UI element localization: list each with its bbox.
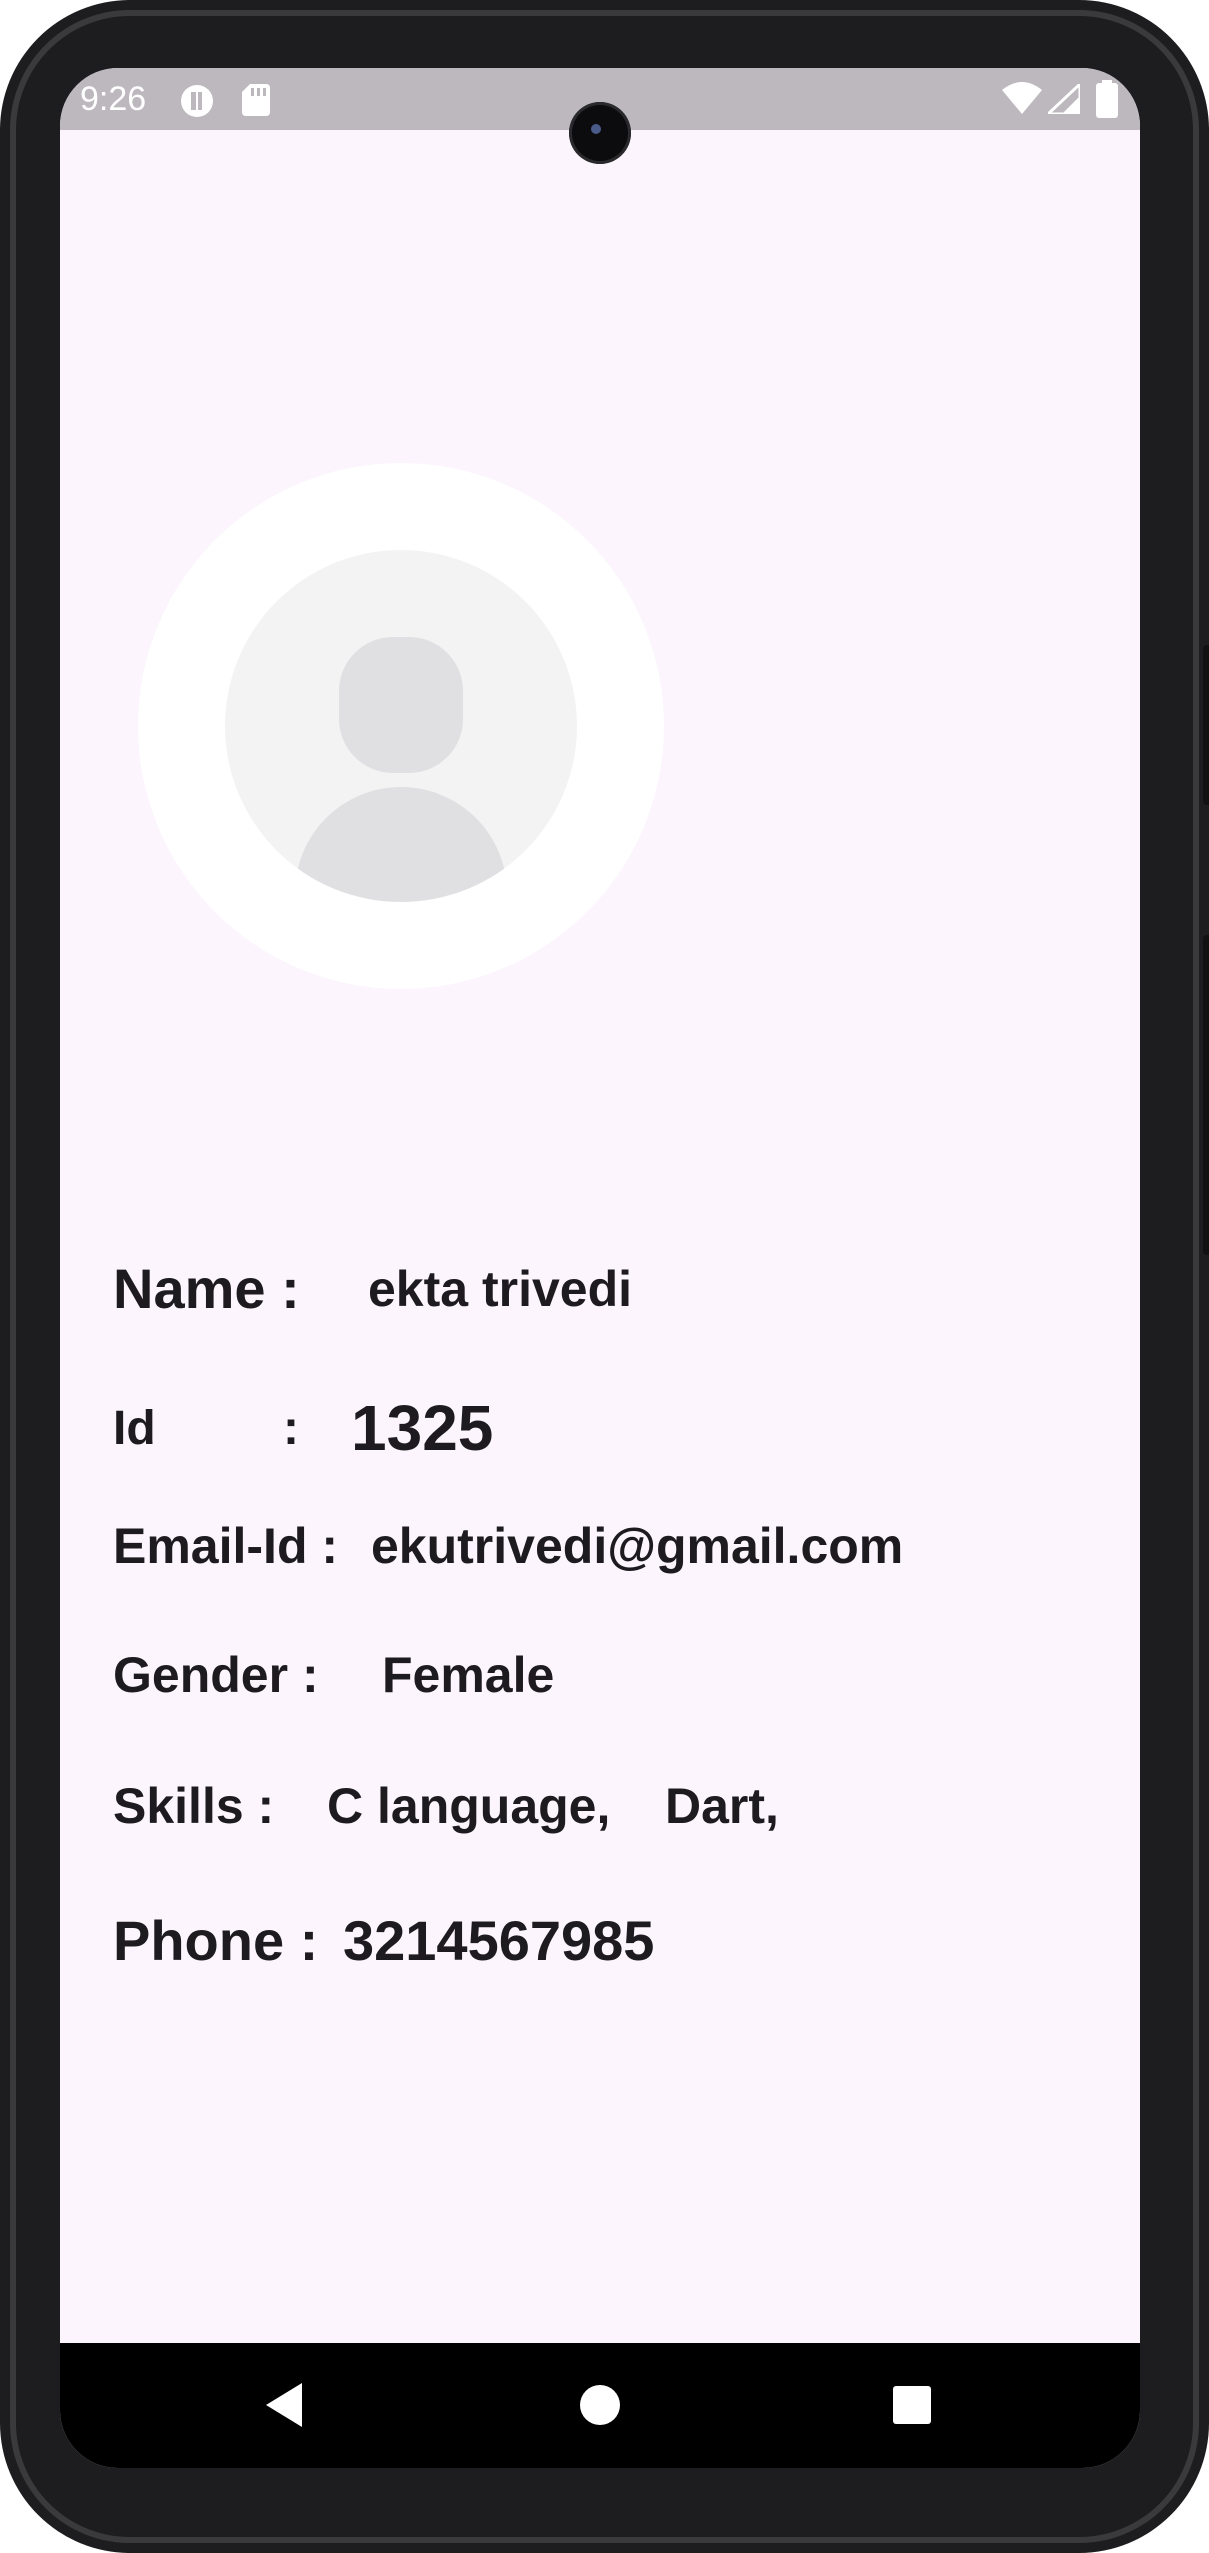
avatar[interactable] xyxy=(138,463,664,989)
volume-button xyxy=(1203,935,1209,1255)
email-value: ekutrivedi@gmail.com xyxy=(371,1518,904,1574)
skills-row: Skills : C language, Dart, xyxy=(113,1777,913,1847)
email-row: Email-Id : ekutrivedi@gmail.com xyxy=(113,1517,1073,1587)
phone-value: 3214567985 xyxy=(343,1909,655,1972)
power-button xyxy=(1203,645,1209,805)
cast-icon xyxy=(180,84,214,123)
front-camera xyxy=(569,102,631,164)
email-label: Email-Id : xyxy=(113,1518,339,1574)
navigation-bar xyxy=(60,2343,1140,2468)
name-value: ekta trivedi xyxy=(368,1261,633,1317)
signal-icon xyxy=(1044,80,1082,119)
status-time: 9:26 xyxy=(80,80,147,118)
id-value: 1325 xyxy=(351,1392,494,1464)
home-icon[interactable] xyxy=(568,2373,632,2437)
phone-frame: 9:26 Name: ekta trivedi Id: 1325 Email… xyxy=(0,0,1209,2553)
sd-card-icon xyxy=(242,84,270,121)
id-label: Id xyxy=(113,1402,156,1455)
gender-label: Gender : xyxy=(113,1647,319,1703)
name-label: Name : xyxy=(113,1257,300,1320)
back-icon[interactable] xyxy=(256,2373,320,2437)
phone-row: Phone : 3214567985 xyxy=(113,1908,913,1988)
id-row: Id : 1325 xyxy=(113,1391,813,1471)
app-screen: 9:26 Name: ekta trivedi Id: 1325 Email… xyxy=(60,68,1140,2468)
name-row: Name : ekta trivedi xyxy=(113,1256,813,1326)
phone-label: Phone : xyxy=(113,1909,319,1972)
battery-icon xyxy=(1096,80,1118,123)
id-colon: : xyxy=(283,1402,299,1455)
avatar-head xyxy=(339,637,463,773)
gender-value: Female xyxy=(382,1647,555,1703)
wifi-icon xyxy=(1002,82,1042,119)
recents-icon[interactable] xyxy=(880,2373,944,2437)
gender-row: Gender : Female xyxy=(113,1646,813,1716)
skill-item: Dart, xyxy=(665,1778,779,1834)
skills-label: Skills : xyxy=(113,1778,275,1834)
skill-item: C language, xyxy=(327,1778,611,1834)
default-avatar-icon xyxy=(225,550,577,902)
avatar-body xyxy=(295,787,507,902)
